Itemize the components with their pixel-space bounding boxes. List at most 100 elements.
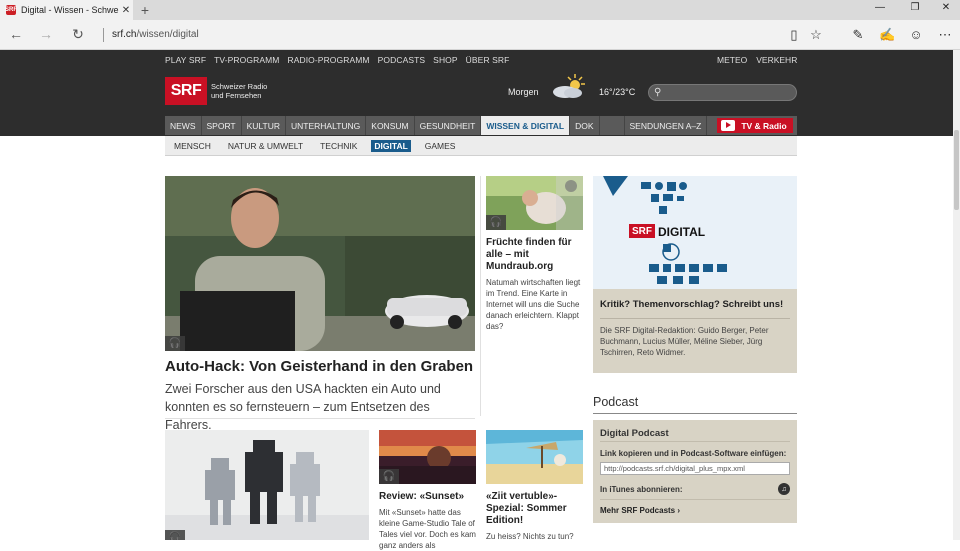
new-tab-icon[interactable]: + — [138, 2, 152, 18]
srf-favicon-icon: SRF — [5, 5, 17, 15]
play-icon — [721, 120, 736, 131]
url-path: /wissen/digital — [136, 29, 199, 40]
more-icon[interactable]: ⋯ — [937, 27, 953, 43]
tv-radio-label: TV & Radio — [741, 120, 787, 131]
toplink-verkehr[interactable]: VERKEHR — [756, 55, 797, 65]
web-note-icon[interactable]: ✍ — [879, 27, 895, 43]
robot-photo — [165, 430, 369, 540]
refresh-icon[interactable]: ↻ — [69, 26, 87, 43]
forward-icon[interactable]: → — [37, 26, 55, 42]
top-links-right: METEO VERKEHR — [717, 55, 806, 65]
toplink-radio-programm[interactable]: RADIO-PROGRAMM — [287, 55, 369, 65]
logo-text: Schweizer Radio und Fernsehen — [211, 82, 267, 100]
podcast-url-field[interactable] — [600, 462, 790, 475]
toplink-shop[interactable]: SHOP — [433, 55, 458, 65]
close-window-icon[interactable]: ✕ — [938, 2, 954, 13]
podcast-box-title: Digital Podcast — [600, 420, 790, 442]
favorite-star-icon[interactable]: ☆ — [808, 27, 824, 43]
promo-digital-word: DIGITAL — [658, 225, 706, 239]
browser-tab[interactable]: SRF Digital - Wissen - Schweiz ✕ — [0, 0, 133, 20]
subnav-games[interactable]: GAMES — [422, 140, 459, 152]
url-host: srf.ch — [112, 29, 137, 40]
toplink-ueber-srf[interactable]: ÜBER SRF — [466, 55, 510, 65]
card-image: 🎧 — [379, 430, 476, 484]
back-icon[interactable]: ← — [7, 26, 25, 42]
promo-logo-mark: SRF — [632, 226, 652, 237]
hero-lead: Zwei Forscher aus den USA hackten ein Au… — [165, 382, 441, 432]
toplink-play-srf[interactable]: PLAY SRF — [165, 55, 206, 65]
site-search-input[interactable]: ⚲ — [648, 84, 797, 101]
url-separator — [103, 28, 104, 42]
close-tab-icon[interactable]: ✕ — [119, 5, 133, 16]
hero-photo — [165, 176, 475, 351]
itunes-row[interactable]: In iTunes abonnieren: ♫ — [600, 483, 790, 500]
audio-headphones-icon: 🎧 — [486, 215, 506, 230]
promo-title: Kritik? Themenvorschlag? Schreibt uns! — [600, 299, 784, 310]
article-card-sunset[interactable]: 🎧 Review: «Sunset» Mit «Sunset» hatte da… — [379, 430, 476, 551]
more-podcasts-link[interactable]: Mehr SRF Podcasts › — [600, 506, 790, 515]
minimize-icon[interactable]: — — [872, 2, 888, 13]
search-icon[interactable]: ⚲ — [654, 87, 661, 98]
robot-article-image[interactable]: 🎧 — [165, 430, 369, 540]
audio-headphones-icon: 🎧 — [165, 336, 185, 351]
url-field[interactable]: srf.ch/wissen/digital — [112, 29, 199, 40]
subnav-mensch[interactable]: MENSCH — [171, 140, 214, 152]
podcast-heading-rule — [593, 413, 797, 414]
nav-dok[interactable]: DOK — [570, 116, 600, 135]
subnav-technik[interactable]: TECHNIK — [317, 140, 360, 152]
hero-title[interactable]: Auto-Hack: Von Geisterhand in den Graben — [165, 358, 473, 375]
feedback-smiley-icon[interactable]: ☺ — [908, 27, 924, 42]
tv-radio-button[interactable]: TV & Radio — [717, 118, 793, 133]
article-card-mundraub[interactable]: 🎧 Früchte finden für alle – mit Mundraub… — [486, 176, 583, 332]
site-header: PLAY SRF TV-PROGRAMM RADIO-PROGRAMM PODC… — [0, 50, 960, 136]
row-divider — [165, 418, 475, 419]
column-divider — [480, 176, 481, 416]
itunes-icon[interactable]: ♫ — [778, 483, 790, 495]
logo-line-1: Schweizer Radio — [211, 82, 268, 91]
card-description: Natumah wirtschaften liegt im Trend. Ein… — [486, 278, 581, 331]
weather-label[interactable]: Morgen — [508, 87, 539, 97]
toplink-tv-programm[interactable]: TV-PROGRAMM — [214, 55, 279, 65]
srf-digital-promo[interactable]: SRF DIGITAL Kritik? Themenvorschlag? Sch… — [593, 176, 797, 373]
nav-wissen-digital[interactable]: WISSEN & DIGITAL — [481, 116, 571, 135]
podcast-box: Digital Podcast Link kopieren und in Pod… — [593, 420, 797, 523]
subnav-natur-umwelt[interactable]: NATUR & UMWELT — [225, 140, 306, 152]
nav-konsum[interactable]: KONSUM — [366, 116, 415, 135]
sub-navigation: MENSCH NATUR & UMWELT TECHNIK DIGITAL GA… — [165, 136, 797, 156]
hero-image[interactable]: 🎧 — [165, 176, 475, 351]
restore-icon[interactable]: ❐ — [907, 2, 923, 13]
toplink-podcasts[interactable]: PODCASTS — [378, 55, 426, 65]
nav-sport[interactable]: SPORT — [202, 116, 242, 135]
podcast-heading: Podcast — [593, 395, 639, 409]
main-navigation: NEWS SPORT KULTUR UNTERHALTUNG KONSUM GE… — [165, 116, 797, 135]
page-scrollbar[interactable] — [953, 50, 960, 540]
beach-photo — [486, 430, 583, 484]
reading-view-icon[interactable]: ▯ — [786, 27, 802, 43]
tab-title: Digital - Wissen - Schweiz — [21, 5, 119, 15]
itunes-label: In iTunes abonnieren: — [600, 484, 683, 494]
logo-mark: SRF — [165, 77, 207, 105]
card-image — [486, 430, 583, 484]
tab-bar: SRF Digital - Wissen - Schweiz ✕ + — ❐ ✕ — [0, 0, 960, 20]
nav-sendungen-a-z[interactable]: SENDUNGEN A–Z — [623, 116, 708, 135]
scrollbar-thumb[interactable] — [954, 130, 959, 210]
article-card-ziit-vertuble[interactable]: «Ziit vertuble»-Spezial: Sommer Edition!… — [486, 430, 583, 542]
card-title: «Ziit vertuble»-Spezial: Sommer Edition! — [486, 491, 567, 526]
hub-icon[interactable]: ✎ — [850, 27, 866, 43]
toplink-meteo[interactable]: METEO — [717, 55, 747, 65]
podcast-link-label: Link kopieren und in Podcast-Software ei… — [600, 449, 787, 458]
nav-gesundheit[interactable]: GESUNDHEIT — [415, 116, 482, 135]
nav-news[interactable]: NEWS — [165, 116, 202, 135]
nav-kultur[interactable]: KULTUR — [242, 116, 287, 135]
nav-spacer — [600, 116, 624, 135]
sun-cloud-icon[interactable] — [549, 72, 589, 102]
weather-temperature: 16°/23°C — [599, 87, 636, 97]
audio-headphones-icon: 🎧 — [379, 469, 399, 484]
subnav-digital[interactable]: DIGITAL — [371, 139, 411, 152]
card-title: Früchte finden für alle – mit Mundraub.o… — [486, 237, 572, 272]
nav-unterhaltung[interactable]: UNTERHALTUNG — [286, 116, 367, 135]
card-description: Zu heiss? Nichts zu tun? — [486, 532, 574, 541]
card-description: Mit «Sunset» hatte das kleine Game-Studi… — [379, 508, 476, 550]
card-image: 🎧 — [486, 176, 583, 230]
srf-logo[interactable]: SRF Schweizer Radio und Fernsehen — [165, 77, 267, 105]
